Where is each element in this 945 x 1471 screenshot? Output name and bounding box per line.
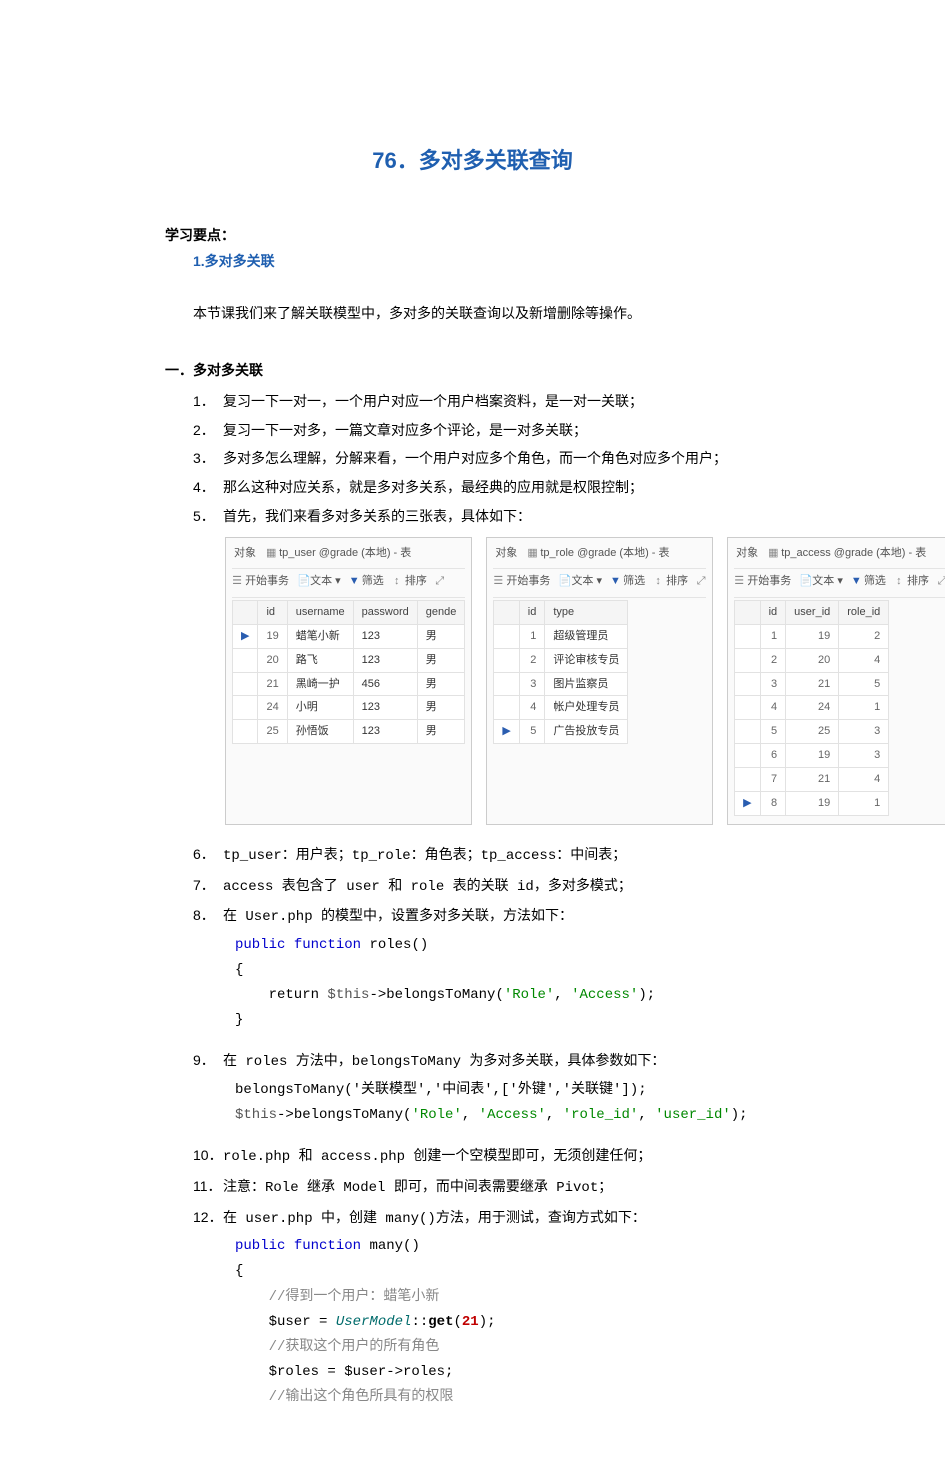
list-item: 7．access 表包含了 user 和 role 表的关联 id，多对多模式；: [165, 872, 780, 901]
db-toolbar: ☰ 开始事务 📄 文本 ▾ ▼ 筛选 ↕ 排序 ⤢: [232, 568, 465, 598]
section-heading: 一．多对多关联: [165, 357, 780, 384]
list-item: 4．那么这种对应关系，就是多对多关系，最经典的应用就是权限控制；: [165, 474, 780, 501]
list-item: 1．复习一下一对一，一个用户对应一个用户档案资料，是一对一关联；: [165, 388, 780, 415]
list-item: 11．注意：Role 继承 Model 即可，而中间表需要继承 Pivot；: [165, 1173, 780, 1202]
title-text: 多对多关联查询: [419, 148, 573, 173]
db-tab-name: tp_access @grade (本地) - 表: [781, 547, 926, 559]
content-list-3: 9．在 roles 方法中，belongsToMany 为多对多关联，具体参数如…: [165, 1047, 780, 1076]
content-list-4: 10．role.php 和 access.php 创建一个空模型即可，无须创建任…: [165, 1142, 780, 1232]
content-list: 1．复习一下一对一，一个用户对应一个用户档案资料，是一对一关联； 2．复习一下一…: [165, 388, 780, 529]
db-tabbar: 对象 ▦ tp_role @grade (本地) - 表: [493, 542, 706, 568]
intro-text: 本节课我们来了解关联模型中，多对多的关联查询以及新增删除等操作。: [165, 300, 780, 327]
db-tabbar: 对象 ▦ tp_user @grade (本地) - 表: [232, 542, 465, 568]
db-tab-name: tp_role @grade (本地) - 表: [540, 547, 669, 559]
db-panel-access: 对象 ▦ tp_access @grade (本地) - 表 ☰ 开始事务 📄 …: [727, 537, 945, 825]
db-toolbar: ☰ 开始事务 📄 文本 ▾ ▼ 筛选 ↕ 排序 ⤢: [493, 568, 706, 598]
db-tab-name: tp_user @grade (本地) - 表: [279, 547, 411, 559]
content-list-2: 6．tp_user：用户表；tp_role：角色表；tp_access：中间表；…: [165, 841, 780, 931]
list-item: 3．多对多怎么理解，分解来看，一个用户对应多个角色，而一个角色对应多个用户；: [165, 445, 780, 472]
db-panel-user: 对象 ▦ tp_user @grade (本地) - 表 ☰ 开始事务 📄 文本…: [225, 537, 472, 825]
list-item: 9．在 roles 方法中，belongsToMany 为多对多关联，具体参数如…: [165, 1047, 780, 1076]
list-item: 6．tp_user：用户表；tp_role：角色表；tp_access：中间表；: [165, 841, 780, 870]
title-number: 76．: [372, 148, 418, 173]
keypoints-item: 1.多对多关联: [165, 248, 780, 275]
db-toolbar: ☰ 开始事务 📄 文本 ▾ ▼ 筛选 ↕ 排序 ⤢: [734, 568, 945, 598]
db-object-label: 对象: [234, 543, 256, 564]
code-block-roles: public function roles() { return $this->…: [165, 933, 780, 1034]
db-tabbar: 对象 ▦ tp_access @grade (本地) - 表: [734, 542, 945, 568]
list-item: 2．复习一下一对多，一篇文章对应多个评论，是一对多关联；: [165, 417, 780, 444]
list-item: 8．在 User.php 的模型中，设置多对多关联，方法如下：: [165, 902, 780, 931]
db-tables-figure: 对象 ▦ tp_user @grade (本地) - 表 ☰ 开始事务 📄 文本…: [165, 537, 780, 825]
list-item: 5．首先，我们来看多对多关系的三张表，具体如下：: [165, 503, 780, 530]
page-title: 76．多对多关联查询: [165, 140, 780, 182]
db-table-access: id user_id role_id 1192 2204 3215 4241 5…: [734, 600, 889, 816]
db-table-user: id username password gende ▶19蜡笔小新123男 2…: [232, 600, 465, 744]
db-table-role: id type 1超级管理员 2评论审核专员 3图片监察员 4帐户处理专员 ▶5…: [493, 600, 628, 744]
code-block-many: public function many() { //得到一个用户：蜡笔小新 $…: [165, 1234, 780, 1410]
keypoints-label: 学习要点：: [165, 222, 780, 249]
db-panel-role: 对象 ▦ tp_role @grade (本地) - 表 ☰ 开始事务 📄 文本…: [486, 537, 713, 825]
list-item: 10．role.php 和 access.php 创建一个空模型即可，无须创建任…: [165, 1142, 780, 1171]
code-block-belongstomany: belongsToMany('关联模型','中间表',['外键','关联键'])…: [165, 1078, 780, 1128]
list-item: 12．在 user.php 中，创建 many()方法，用于测试，查询方式如下：: [165, 1204, 780, 1233]
